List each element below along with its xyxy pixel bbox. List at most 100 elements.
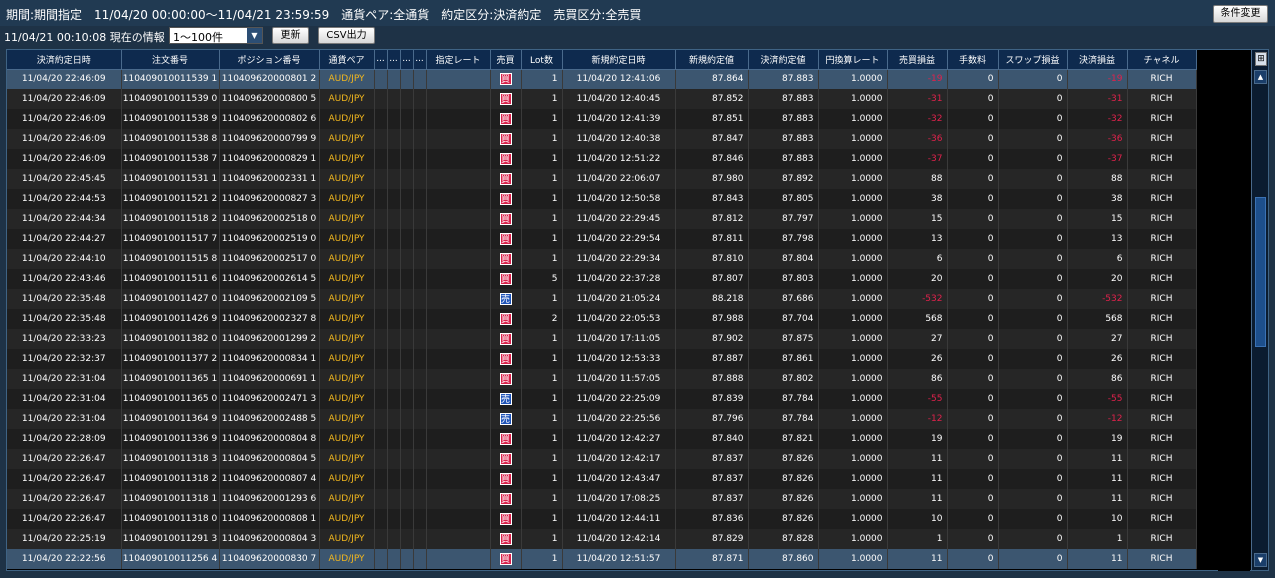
- table-row[interactable]: 11/04/20 22:26:47 110409010011318 3 110409…: [7, 449, 1197, 469]
- hidden-column-cell: [400, 529, 414, 549]
- column-header[interactable]: ...: [400, 50, 414, 70]
- table-row[interactable]: 11/04/20 22:33:23 110409010011382 0 110409…: [7, 329, 1197, 349]
- arrow-down-icon[interactable]: ▼: [1254, 553, 1267, 567]
- change-conditions-button[interactable]: 条件変更: [1213, 5, 1268, 23]
- position-number-cell: 110409620000802 6: [219, 109, 320, 129]
- hidden-column-cell: [413, 469, 427, 489]
- column-header[interactable]: 通貨ペア: [319, 50, 375, 70]
- record-range-select[interactable]: 1～100件 ▼: [169, 27, 263, 44]
- fee-cell: 0: [947, 149, 999, 169]
- toolbar: 11/04/21 00:10:08 現在の情報 1～100件 ▼ 更新 CSV出…: [0, 26, 1275, 46]
- table-row[interactable]: 11/04/20 22:44:10 110409010011515 8 110409…: [7, 249, 1197, 269]
- table-row[interactable]: 11/04/20 22:31:04 110409010011365 1 110409…: [7, 369, 1197, 389]
- yen-rate-cell: 1.0000: [818, 249, 888, 269]
- table-row[interactable]: 11/04/20 22:46:09 110409010011539 0 110409…: [7, 89, 1197, 109]
- column-header[interactable]: 新規約定値: [675, 50, 749, 70]
- hidden-column-cell: [374, 269, 388, 289]
- close-price-cell: 87.826: [748, 449, 819, 469]
- position-number-cell: 110409620002331 1: [219, 169, 320, 189]
- table-row[interactable]: 11/04/20 22:25:19 110409010011291 3 110409…: [7, 529, 1197, 549]
- column-header[interactable]: 新規約定日時: [562, 50, 676, 70]
- table-row[interactable]: 11/04/20 22:46:09 110409010011539 1 110409…: [7, 69, 1197, 89]
- open-datetime-cell: 11/04/20 12:51:22: [562, 149, 676, 169]
- column-header[interactable]: ポジション番号: [219, 50, 320, 70]
- open-price-cell: 87.837: [675, 469, 749, 489]
- channel-cell: RICH: [1127, 89, 1197, 109]
- column-header[interactable]: スワップ損益: [998, 50, 1068, 70]
- column-header[interactable]: ...: [413, 50, 427, 70]
- settle-datetime-cell: 11/04/20 22:33:23: [7, 329, 122, 349]
- chevron-down-icon[interactable]: ▼: [247, 28, 262, 43]
- settlement-pl-cell: -532: [1067, 289, 1128, 309]
- order-number-cell: 110409010011511 6: [121, 269, 220, 289]
- column-header[interactable]: ...: [387, 50, 401, 70]
- hidden-column-cell: [374, 369, 388, 389]
- table-row[interactable]: 11/04/20 22:26:47 110409010011318 1 110409…: [7, 489, 1197, 509]
- open-price-cell: 87.864: [675, 69, 749, 89]
- table-row[interactable]: 11/04/20 22:44:34 110409010011518 2 110409…: [7, 209, 1197, 229]
- table-row[interactable]: 11/04/20 22:44:53 110409010011521 2 110409…: [7, 189, 1197, 209]
- csv-export-button[interactable]: CSV出力: [318, 27, 375, 44]
- hidden-column-cell: [413, 489, 427, 509]
- table-row[interactable]: 11/04/20 22:32:37 110409010011377 2 110409…: [7, 349, 1197, 369]
- channel-cell: RICH: [1127, 129, 1197, 149]
- settlement-pl-cell: 11: [1067, 549, 1128, 569]
- vertical-scrollbar[interactable]: ⊞ ▲ ▼: [1251, 50, 1268, 570]
- column-header[interactable]: 指定レート: [426, 50, 491, 70]
- table-row[interactable]: 11/04/20 22:22:56 110409010011256 4 110409…: [7, 549, 1197, 569]
- column-header[interactable]: 決済損益: [1067, 50, 1128, 70]
- table-row[interactable]: 11/04/20 22:35:48 110409010011427 0 110409…: [7, 289, 1197, 309]
- table-row[interactable]: 11/04/20 22:26:47 110409010011318 0 110409…: [7, 509, 1197, 529]
- open-datetime-cell: 11/04/20 12:42:14: [562, 529, 676, 549]
- buy-badge: 買: [499, 213, 512, 225]
- table-row[interactable]: 11/04/20 22:43:46 110409010011511 6 110409…: [7, 269, 1197, 289]
- settle-datetime-cell: 11/04/20 22:22:56: [7, 549, 122, 569]
- lot-cell: 1: [521, 209, 563, 229]
- column-header[interactable]: 決済約定値: [748, 50, 819, 70]
- buy-badge: 買: [499, 433, 512, 445]
- swap-pl-cell: 0: [998, 429, 1068, 449]
- settle-datetime-cell: 11/04/20 22:46:09: [7, 149, 122, 169]
- table-row[interactable]: 11/04/20 22:46:09 110409010011538 9 110409…: [7, 109, 1197, 129]
- column-header[interactable]: 円換算レート: [818, 50, 888, 70]
- column-header[interactable]: 手数料: [947, 50, 999, 70]
- column-header[interactable]: 決済約定日時: [7, 50, 122, 70]
- settlement-pl-cell: 1: [1067, 529, 1128, 549]
- column-header[interactable]: 売買: [490, 50, 522, 70]
- arrow-up-icon[interactable]: ▲: [1254, 70, 1267, 84]
- swap-pl-cell: 0: [998, 409, 1068, 429]
- fee-cell: 0: [947, 349, 999, 369]
- settlement-pl-cell: 568: [1067, 309, 1128, 329]
- hidden-column-cell: [374, 449, 388, 469]
- column-header[interactable]: 売買損益: [887, 50, 948, 70]
- table-row[interactable]: 11/04/20 22:46:09 110409010011538 8 110409…: [7, 129, 1197, 149]
- close-price-cell: 87.798: [748, 229, 819, 249]
- close-price-cell: 87.784: [748, 409, 819, 429]
- scroll-thumb[interactable]: [1255, 197, 1266, 347]
- column-chooser-icon[interactable]: ⊞: [1255, 52, 1267, 66]
- close-price-cell: 87.802: [748, 369, 819, 389]
- currency-pair-cell: AUD/JPY: [319, 229, 375, 249]
- order-number-cell: 110409010011426 9: [121, 309, 220, 329]
- column-header[interactable]: Lot数: [521, 50, 563, 70]
- table-row[interactable]: 11/04/20 22:31:04 110409010011365 0 110409…: [7, 389, 1197, 409]
- side-cell: 買: [490, 69, 522, 89]
- column-header[interactable]: 注文番号: [121, 50, 220, 70]
- close-price-cell: 87.860: [748, 549, 819, 569]
- table-row[interactable]: 11/04/20 22:44:27 110409010011517 7 110409…: [7, 229, 1197, 249]
- swap-pl-cell: 0: [998, 469, 1068, 489]
- table-row[interactable]: 11/04/20 22:26:47 110409010011318 2 110409…: [7, 469, 1197, 489]
- refresh-button[interactable]: 更新: [272, 27, 309, 44]
- table-row[interactable]: 11/04/20 22:46:09 110409010011538 7 110409…: [7, 149, 1197, 169]
- trade-pl-cell: 1: [887, 529, 948, 549]
- table-row[interactable]: 11/04/20 22:35:48 110409010011426 9 110409…: [7, 309, 1197, 329]
- trade-pl-cell: 13: [887, 229, 948, 249]
- hidden-column-cell: [400, 169, 414, 189]
- table-row[interactable]: 11/04/20 22:31:04 110409010011364 9 110409…: [7, 409, 1197, 429]
- column-header[interactable]: チャネル: [1127, 50, 1197, 70]
- table-row[interactable]: 11/04/20 22:28:09 110409010011336 9 110409…: [7, 429, 1197, 449]
- channel-cell: RICH: [1127, 269, 1197, 289]
- table-row[interactable]: 11/04/20 22:45:45 110409010011531 1 110409…: [7, 169, 1197, 189]
- channel-cell: RICH: [1127, 469, 1197, 489]
- column-header[interactable]: ...: [374, 50, 388, 70]
